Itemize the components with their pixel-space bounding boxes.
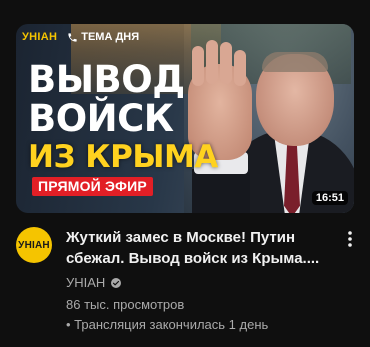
headline-line-2: ВОЙСК <box>28 97 174 140</box>
person-finger <box>234 50 246 86</box>
channel-name[interactable]: УНІАН <box>66 274 105 292</box>
video-title-line-2: сбежал. Вывод войск из Крыма.... <box>66 250 320 267</box>
view-count: 86 тыс. просмотров <box>66 297 185 312</box>
more-vert-icon <box>348 231 352 247</box>
topic-label-text: ТЕМА ДНЯ <box>81 31 140 43</box>
video-title-line-1: Жуткий замес в Москве! Путин <box>66 229 296 246</box>
video-info: Жуткий замес в Москве! Путин сбежал. Выв… <box>66 227 324 334</box>
headline-line-3: ИЗ КРЫМА <box>28 139 218 175</box>
thumbnail-brand-bar: УНІАН ТЕМА ДНЯ <box>22 31 139 43</box>
person-hair <box>262 52 328 72</box>
topic-label: ТЕМА ДНЯ <box>67 31 139 43</box>
channel-avatar[interactable]: УНІАН <box>16 227 52 263</box>
headline-line-1: ВЫВОД <box>28 58 185 101</box>
verified-icon <box>111 278 122 288</box>
stream-status: • Трансляция закончилась 1 день <box>66 317 269 332</box>
channel-row[interactable]: УНІАН <box>66 274 324 292</box>
phone-icon <box>68 32 77 42</box>
duration-badge: 16:51 <box>311 191 348 205</box>
channel-avatar-text: УНІАН <box>18 239 50 251</box>
live-badge: ПРЯМОЙ ЭФИР <box>32 177 153 196</box>
person-sleeve <box>192 169 250 213</box>
more-actions-button[interactable] <box>340 230 360 254</box>
thumbnail-headline: ВЫВОД ВОЙСК ИЗ КРЫМА <box>28 60 218 174</box>
person-finger <box>220 42 232 84</box>
brand-logo: УНІАН <box>22 31 58 43</box>
video-card[interactable]: УНІАН ТЕМА ДНЯ ВЫВОД ВОЙСК ИЗ КРЫМА ПРЯМ… <box>0 0 370 347</box>
video-title[interactable]: Жуткий замес в Москве! Путин сбежал. Выв… <box>66 227 324 269</box>
video-thumbnail[interactable]: УНІАН ТЕМА ДНЯ ВЫВОД ВОЙСК ИЗ КРЫМА ПРЯМ… <box>16 24 354 213</box>
